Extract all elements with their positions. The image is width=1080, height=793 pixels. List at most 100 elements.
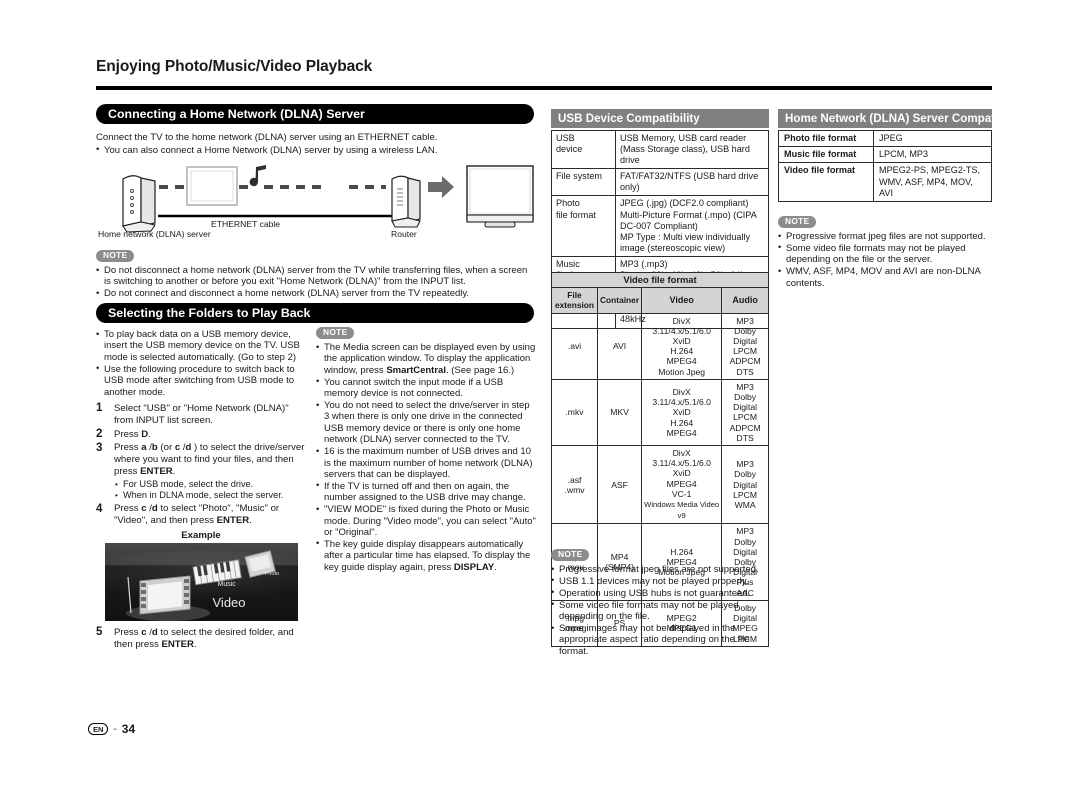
list-item: Use the following procedure to switch ba… [96, 363, 306, 398]
table-row: Video file format MPEG2-PS, MPEG2-TS, WMV,… [778, 162, 992, 203]
page-footer: EN - 34 [88, 722, 135, 736]
list-item: Progressive format jpeg files are not su… [778, 230, 992, 242]
list-item: Operation using USB hubs is not guarante… [551, 587, 769, 599]
column-header: Container [596, 287, 643, 314]
step-text: Press c /d to select the desired folder,… [114, 626, 294, 650]
manual-page: Enjoying Photo/Music/Video Playback Conn… [0, 0, 1080, 793]
step-number: 4 [96, 502, 103, 515]
section-heading-selecting-folders: Selecting the Folders to Play Back [96, 303, 534, 323]
section2-body: To play back data on a USB memory device… [96, 328, 306, 652]
table-row: .avi AVI DivX 3.11/4.x/5.1/6.0 XviD H.264 MPE… [551, 312, 769, 380]
table-row: Photo file format JPEG (.jpg) (DCF2.0 comp… [551, 195, 769, 257]
example-icons-svg [125, 549, 276, 621]
cell-audio: MP3 Dolby Digital LPCM ADPCM DTS [721, 312, 769, 380]
list-item: Some video file formats may not be playe… [778, 242, 992, 266]
usb-note-section: NOTE Progressive format jpeg files are n… [551, 544, 769, 658]
list-item: The key guide display disappears automat… [316, 538, 536, 573]
music-note-icon [249, 165, 266, 187]
row-value: LPCM, MP3 [873, 146, 992, 164]
arrow-right-icon [428, 176, 454, 198]
row-label: Video file format [778, 162, 874, 203]
network-diagram: Home network (DLNA) server ETHERNET cabl… [96, 165, 536, 245]
steps-list: 1 Select "USB" or "Home Network (DLNA)" f… [96, 402, 306, 527]
cell-audio: MP3 Dolby Digital LPCM WMA [721, 445, 769, 525]
list-item: You do not need to select the drive/serv… [316, 400, 536, 446]
dlna-compat-caption: Home Network (DLNA) Server Compatibility [778, 109, 1025, 128]
example-label-video: Video [212, 594, 246, 610]
step-number: 3 [96, 441, 103, 454]
step-text: Press a /b (or c /d ) to select the driv… [114, 442, 306, 502]
example-title: Example [181, 529, 221, 541]
step-4: 4 Press c /d to select "Photo", "Music" o… [96, 503, 306, 527]
note-badge: NOTE [778, 215, 817, 228]
step-number: 2 [96, 428, 103, 441]
row-value: MPEG2-PS, MPEG2-TS, WMV, ASF, MP4, MOV, A… [873, 162, 992, 203]
diagram-label-router: Router [391, 229, 417, 239]
video-format-caption: Video file format [551, 271, 769, 289]
list-item: The Media screen can be displayed even b… [316, 341, 536, 376]
list-item: You cannot switch the input mode if a US… [316, 376, 536, 400]
dlna-compat-table: Photo file format JPEG Music file format LP… [778, 129, 992, 203]
step-text: Select "USB" or "Home Network (DLNA)" fr… [114, 402, 289, 426]
cell-container: AVI [596, 312, 643, 380]
list-item: For USB mode, select the drive. [114, 479, 306, 491]
cell-video: DivX 3.11/4.x/5.1/6.0 XviD H.264 MPEG4 Motio… [641, 312, 723, 380]
step-5-host: 5 Press c /d to select the desired folder… [96, 626, 306, 651]
note-badge: NOTE [96, 249, 135, 262]
step-number: 5 [96, 626, 103, 639]
footer-separator: - [113, 723, 117, 735]
left-column: Connecting a Home Network (DLNA) Server … [96, 104, 534, 157]
cell-video: DivX 3.11/4.x/5.1/6.0 XviD MPEG4 VC-1 Window… [641, 445, 723, 525]
table-row: Music file format LPCM, MP3 [778, 146, 992, 164]
column-header: Video [641, 287, 723, 314]
row-value: JPEG [873, 129, 992, 148]
cell-video: DivX 3.11/4.x/5.1/6.0 XviD H.264 MPEG4 [641, 378, 723, 447]
example-label-photo: Photo [264, 570, 280, 577]
tv-icon [466, 165, 534, 228]
column-header: Audio [721, 287, 769, 314]
table-row: File system FAT/FAT32/NTFS (USB hard driv… [551, 168, 769, 197]
row-label: Photo file format [551, 195, 616, 257]
cell-file-extension: .asf .wmv [551, 445, 598, 525]
table-row: USB device USB Memory, USB card reader (Ma… [551, 129, 769, 170]
step-2: 2 Press D. [96, 428, 306, 441]
diagram-label-server: Home network (DLNA) server [98, 229, 211, 239]
table-row: .asf .wmv ASF DivX 3.11/4.x/5.1/6.0 XviD MPEG… [551, 445, 769, 525]
language-badge: EN [88, 723, 109, 735]
note-badge: NOTE [316, 326, 355, 339]
example-media-screen: Video Music Photo [104, 542, 298, 621]
list-item: To play back data on a USB memory device… [96, 328, 306, 363]
step-text: Press D. [114, 428, 151, 440]
step-3: 3 Press a /b (or c /d ) to select the dri… [96, 441, 306, 502]
section1-intro-bullets: You can also connect a Home Network (DLN… [96, 144, 534, 156]
row-value: JPEG (.jpg) (DCF2.0 compliant) Multi-Pict… [615, 195, 769, 257]
step-text: Press c /d to select "Photo", "Music" or… [114, 503, 280, 526]
section-heading-connecting-dlna: Connecting a Home Network (DLNA) Server [96, 104, 534, 124]
list-item: Progressive format jpeg files are not su… [551, 563, 769, 575]
list-item: Some video file formats may not be playe… [551, 599, 769, 623]
cell-audio: MP3 Dolby Digital LPCM ADPCM DTS [721, 378, 769, 447]
row-label: Photo file format [778, 129, 874, 148]
page-title: Enjoying Photo/Music/Video Playback [96, 58, 373, 75]
list-item: Some images may not be displayed in the … [551, 623, 769, 657]
row-value: FAT/FAT32/NTFS (USB hard drive only) [615, 168, 769, 197]
dlna-note-section: NOTE Progressive format jpeg files are n… [778, 211, 992, 289]
list-item: WMV, ASF, MP4, MOV and AVI are non-DLNA … [778, 266, 992, 289]
step-sub-list: For USB mode, select the drive.When in D… [114, 479, 306, 502]
list-item: 16 is the maximum number of USB drives a… [316, 446, 536, 480]
table-row: Photo file format JPEG [778, 129, 992, 148]
dlna-note-list: Progressive format jpeg files are not su… [778, 230, 992, 289]
section1-note-list: Do not disconnect a home network (DLNA) … [96, 265, 534, 300]
row-label: USB device [551, 129, 616, 170]
row-label: Music file format [778, 146, 874, 164]
cell-container: MKV [596, 378, 643, 447]
list-item: When in DLNA mode, select the server. [114, 490, 306, 502]
column-header: File extension [551, 287, 598, 314]
list-item: USB 1.1 devices may not be played proper… [551, 575, 769, 587]
example-label-music: Music [217, 580, 236, 588]
dlna-server-icon [122, 175, 156, 233]
section1-note: NOTE Do not disconnect a home network (D… [96, 245, 534, 300]
list-item: You can also connect a Home Network (DLN… [96, 144, 534, 156]
note-badge: NOTE [551, 548, 590, 561]
list-item: If the TV is turned off and then on agai… [316, 480, 536, 504]
